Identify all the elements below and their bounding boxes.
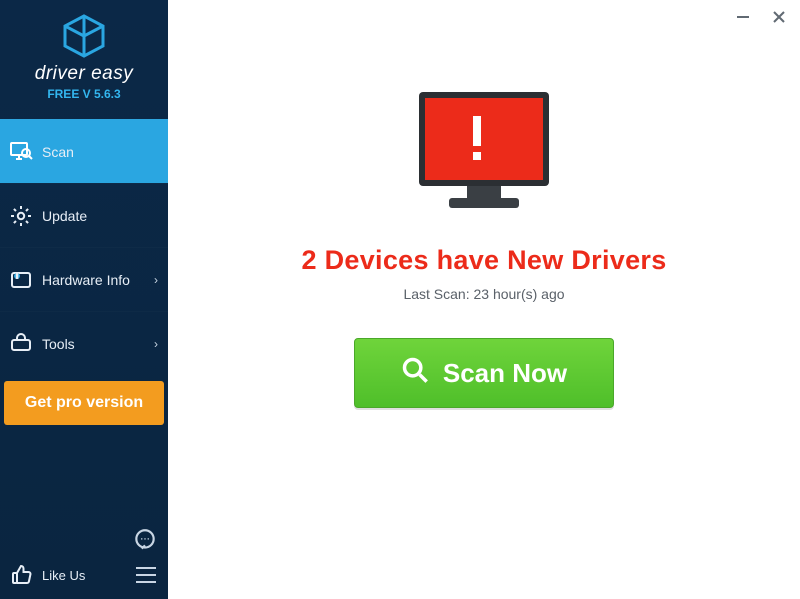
chevron-right-icon: › — [154, 337, 158, 351]
hardware-info-icon: i — [8, 267, 34, 293]
search-icon — [401, 356, 429, 391]
sidebar-item-tools[interactable]: Tools › — [0, 311, 168, 375]
chat-row — [0, 527, 168, 557]
scan-now-label: Scan Now — [443, 358, 567, 389]
brand-version: FREE V 5.6.3 — [0, 87, 168, 101]
status-headline: 2 Devices have New Drivers — [301, 245, 666, 276]
like-us-label[interactable]: Like Us — [42, 568, 85, 583]
sidebar-item-label: Update — [42, 208, 87, 224]
minimize-button[interactable] — [732, 6, 754, 28]
chat-bubble-icon[interactable] — [132, 527, 158, 553]
sidebar-item-label: Tools — [42, 336, 75, 352]
main-panel: 2 Devices have New Drivers Last Scan: 23… — [168, 0, 800, 599]
sidebar-spacer — [0, 425, 168, 527]
logo-block: driver easy FREE V 5.6.3 — [0, 0, 168, 109]
sidebar: driver easy FREE V 5.6.3 Scan Update i — [0, 0, 168, 599]
main-center: 2 Devices have New Drivers Last Scan: 23… — [168, 0, 800, 408]
scan-now-button[interactable]: Scan Now — [354, 338, 614, 408]
titlebar — [732, 6, 790, 28]
thumbs-up-icon[interactable] — [10, 563, 34, 587]
svg-text:i: i — [16, 274, 17, 280]
brand-name: driver easy — [0, 63, 168, 85]
close-button[interactable] — [768, 6, 790, 28]
logo-icon — [61, 45, 107, 62]
tools-icon — [8, 331, 34, 357]
sidebar-item-label: Scan — [42, 144, 74, 160]
nav: Scan Update i Hardware Info › Tools — [0, 119, 168, 375]
chevron-right-icon: › — [154, 273, 158, 287]
menu-icon[interactable] — [134, 565, 158, 585]
sidebar-item-label: Hardware Info — [42, 272, 130, 288]
alert-monitor-icon — [409, 86, 559, 221]
bottom-row: Like Us — [0, 557, 168, 599]
get-pro-button[interactable]: Get pro version — [4, 381, 164, 425]
update-gear-icon — [8, 203, 34, 229]
get-pro-label: Get pro version — [25, 394, 143, 412]
scan-screen-icon — [8, 139, 34, 165]
sidebar-item-update[interactable]: Update — [0, 183, 168, 247]
last-scan-text: Last Scan: 23 hour(s) ago — [403, 286, 564, 302]
sidebar-item-hardware-info[interactable]: i Hardware Info › — [0, 247, 168, 311]
sidebar-item-scan[interactable]: Scan — [0, 119, 168, 183]
